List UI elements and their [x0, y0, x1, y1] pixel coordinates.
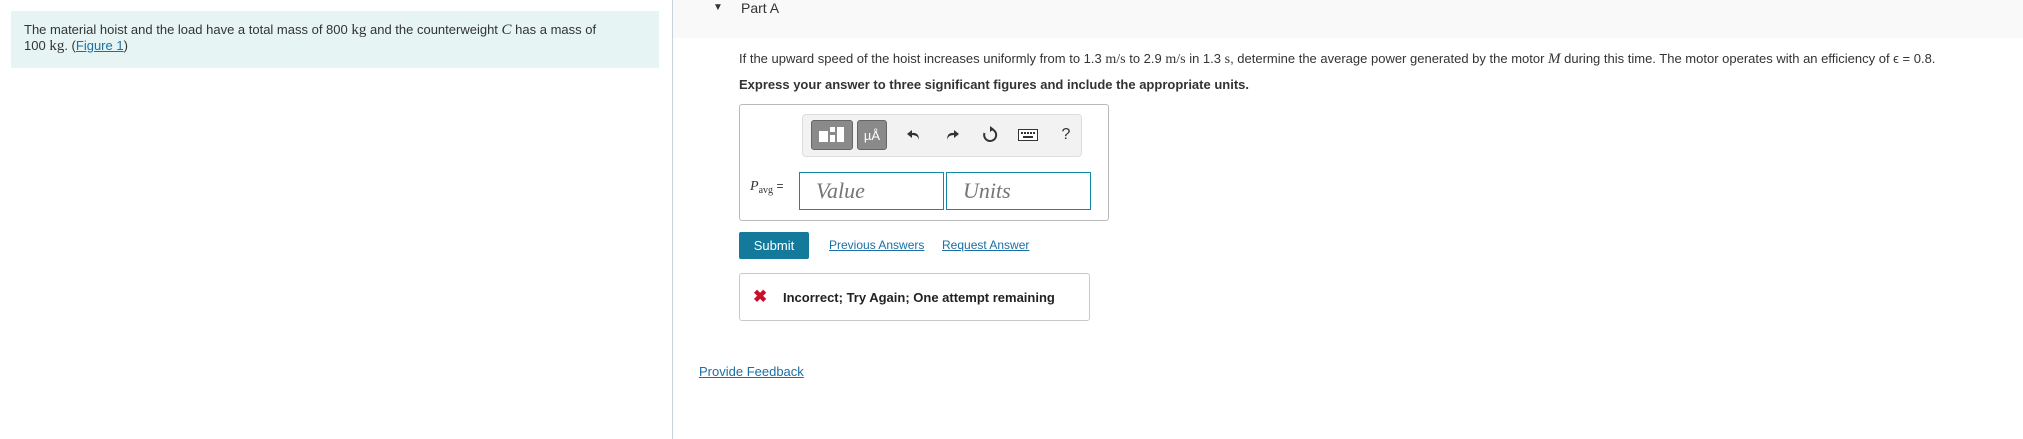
value-input[interactable]: [799, 172, 944, 210]
question-part-2: to 2.9: [1125, 51, 1166, 66]
intro-unit-kg: kg: [351, 22, 367, 38]
templates-icon[interactable]: [811, 120, 853, 150]
math-toolbar: µÅ ?: [802, 114, 1082, 157]
intro-text-c: has a mass of: [511, 22, 597, 37]
request-answer-link[interactable]: Request Answer: [942, 238, 1029, 252]
left-panel: The material hoist and the load have a t…: [0, 0, 672, 439]
answer-box: µÅ ? Pavg =: [739, 104, 1109, 221]
question-part-4: , determine the average power generated …: [1230, 51, 1549, 66]
keyboard-icon[interactable]: [1013, 120, 1043, 150]
answer-variable-label: Pavg =: [750, 179, 784, 196]
feedback-box: ✖ Incorrect; Try Again; One attempt rema…: [739, 273, 1090, 321]
question-part-5: during this time. The motor operates wit…: [1560, 51, 1936, 66]
help-icon[interactable]: ?: [1051, 120, 1081, 150]
var-main: P: [750, 179, 759, 194]
question-text: If the upward speed of the hoist increas…: [739, 51, 1935, 68]
units-icon[interactable]: µÅ: [857, 120, 887, 150]
question-unit-ms-2: m/s: [1165, 52, 1186, 67]
collapse-caret-icon[interactable]: ▼: [713, 2, 723, 13]
question-unit-ms: m/s: [1105, 52, 1126, 67]
part-title: Part A: [741, 0, 780, 16]
panel-divider: [672, 0, 673, 439]
question-part-1: If the upward speed of the hoist increas…: [739, 51, 1106, 66]
incorrect-icon: ✖: [753, 287, 768, 306]
feedback-message: Incorrect; Try Again; One attempt remain…: [783, 290, 1055, 305]
equals-sign: =: [776, 179, 784, 193]
figure-link[interactable]: Figure 1: [76, 38, 124, 53]
units-input[interactable]: [946, 172, 1091, 210]
provide-feedback-link[interactable]: Provide Feedback: [699, 364, 804, 379]
problem-intro: The material hoist and the load have a t…: [11, 11, 659, 68]
redo-icon[interactable]: [937, 120, 967, 150]
intro-text-d: 100: [24, 38, 50, 53]
part-header[interactable]: ▼ Part A: [673, 0, 2023, 38]
undo-icon[interactable]: [899, 120, 929, 150]
question-var-m: M: [1548, 51, 1561, 67]
intro-var-c: C: [501, 22, 512, 38]
previous-answers-link[interactable]: Previous Answers: [829, 238, 924, 252]
intro-text-a: The material hoist and the load have a t…: [24, 22, 352, 37]
intro-unit-kg-2: kg: [49, 38, 65, 54]
answer-instruction: Express your answer to three significant…: [739, 77, 1249, 92]
question-part-3: in 1.3: [1185, 51, 1225, 66]
intro-text-e: .: [64, 38, 72, 53]
reset-icon[interactable]: [975, 120, 1005, 150]
submit-button[interactable]: Submit: [739, 232, 809, 259]
intro-text-b: and the counterweight: [366, 22, 502, 37]
var-sub: avg: [758, 185, 774, 196]
